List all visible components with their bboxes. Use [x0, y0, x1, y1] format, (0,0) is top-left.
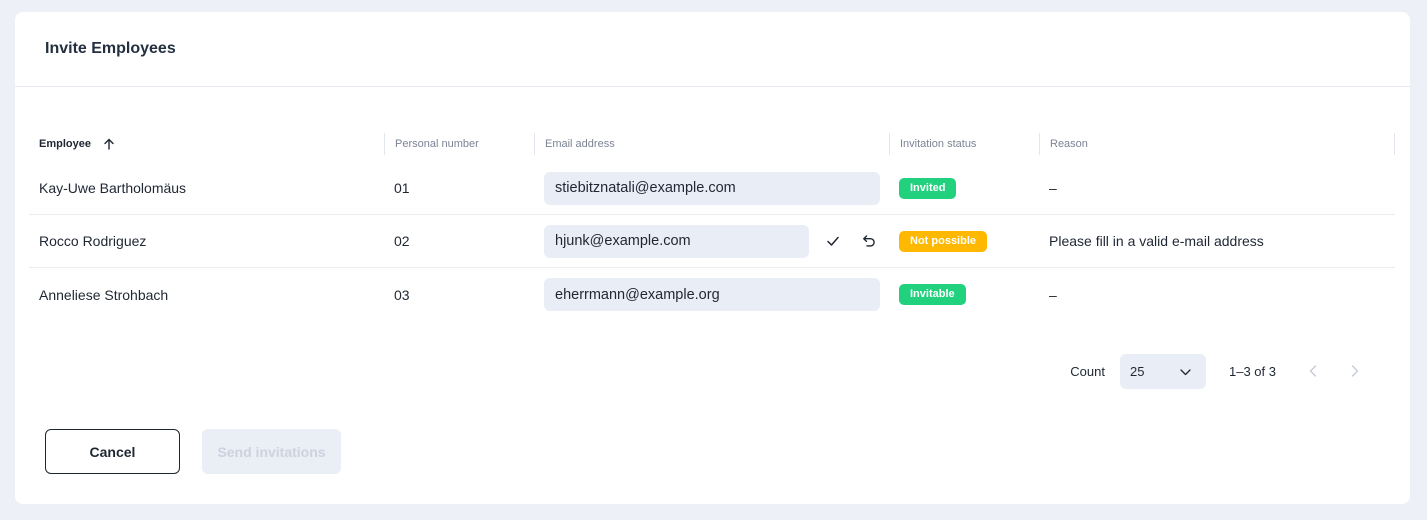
email-input[interactable] — [544, 171, 880, 205]
column-header-status[interactable]: Invitation status — [889, 132, 1039, 155]
invite-employees-dialog: Invite Employees Employee Personal numbe… — [15, 12, 1410, 504]
employees-table: Employee Personal number Email address I… — [29, 128, 1395, 321]
dialog-header: Invite Employees — [15, 12, 1410, 87]
email-input[interactable] — [544, 278, 880, 311]
employee-name: Kay-Uwe Bartholomäus — [39, 180, 187, 196]
page-size-value: 25 — [1130, 363, 1145, 379]
cancel-button[interactable]: Cancel — [45, 429, 180, 474]
reason-text: Please fill in a valid e-mail address — [1049, 233, 1264, 249]
table-row: Anneliese Strohbach 03 Invitable – — [29, 268, 1395, 321]
chevron-right-icon[interactable] — [1344, 360, 1366, 382]
count-label: Count — [1070, 363, 1105, 379]
pagination-bar: Count 25 1–3 of 3 — [1070, 353, 1366, 389]
chevron-left-icon[interactable] — [1302, 360, 1324, 382]
reason-text: – — [1049, 180, 1057, 196]
column-header-personal-number-label: Personal number — [395, 137, 479, 150]
reason-text: – — [1049, 286, 1057, 303]
arrow-up-icon[interactable] — [103, 138, 115, 150]
page-size-select[interactable]: 25 — [1120, 353, 1206, 389]
table-row: Rocco Rodriguez 02 Not possible Please f… — [29, 215, 1395, 268]
column-header-reason[interactable]: Reason — [1039, 132, 1395, 155]
personal-number: 03 — [394, 286, 410, 303]
column-header-personal-number[interactable]: Personal number — [384, 132, 534, 155]
send-invitations-button[interactable]: Send invitations — [202, 429, 341, 474]
status-badge: Invitable — [899, 284, 966, 305]
page-range: 1–3 of 3 — [1229, 363, 1276, 379]
chevron-down-icon — [1180, 364, 1191, 379]
employee-name: Anneliese Strohbach — [39, 286, 169, 303]
undo-icon[interactable] — [857, 229, 881, 253]
dialog-actions: Cancel Send invitations — [45, 429, 341, 474]
status-badge: Invited — [899, 177, 957, 199]
table-header-row: Employee Personal number Email address I… — [29, 128, 1395, 159]
dialog-title: Invite Employees — [45, 40, 176, 57]
column-header-email-label: Email address — [545, 137, 615, 150]
column-header-status-label: Invitation status — [900, 137, 977, 150]
personal-number: 02 — [394, 233, 410, 249]
check-icon[interactable] — [821, 229, 845, 253]
employee-name: Rocco Rodriguez — [39, 233, 147, 249]
table-row: Kay-Uwe Bartholomäus 01 Invited – — [29, 162, 1395, 215]
column-header-employee[interactable]: Employee — [29, 133, 384, 155]
column-header-employee-label: Employee — [39, 137, 91, 150]
status-badge: Not possible — [899, 230, 988, 252]
column-header-reason-label: Reason — [1050, 137, 1088, 150]
column-header-email[interactable]: Email address — [534, 132, 889, 155]
email-input[interactable] — [544, 224, 809, 258]
personal-number: 01 — [394, 180, 410, 196]
